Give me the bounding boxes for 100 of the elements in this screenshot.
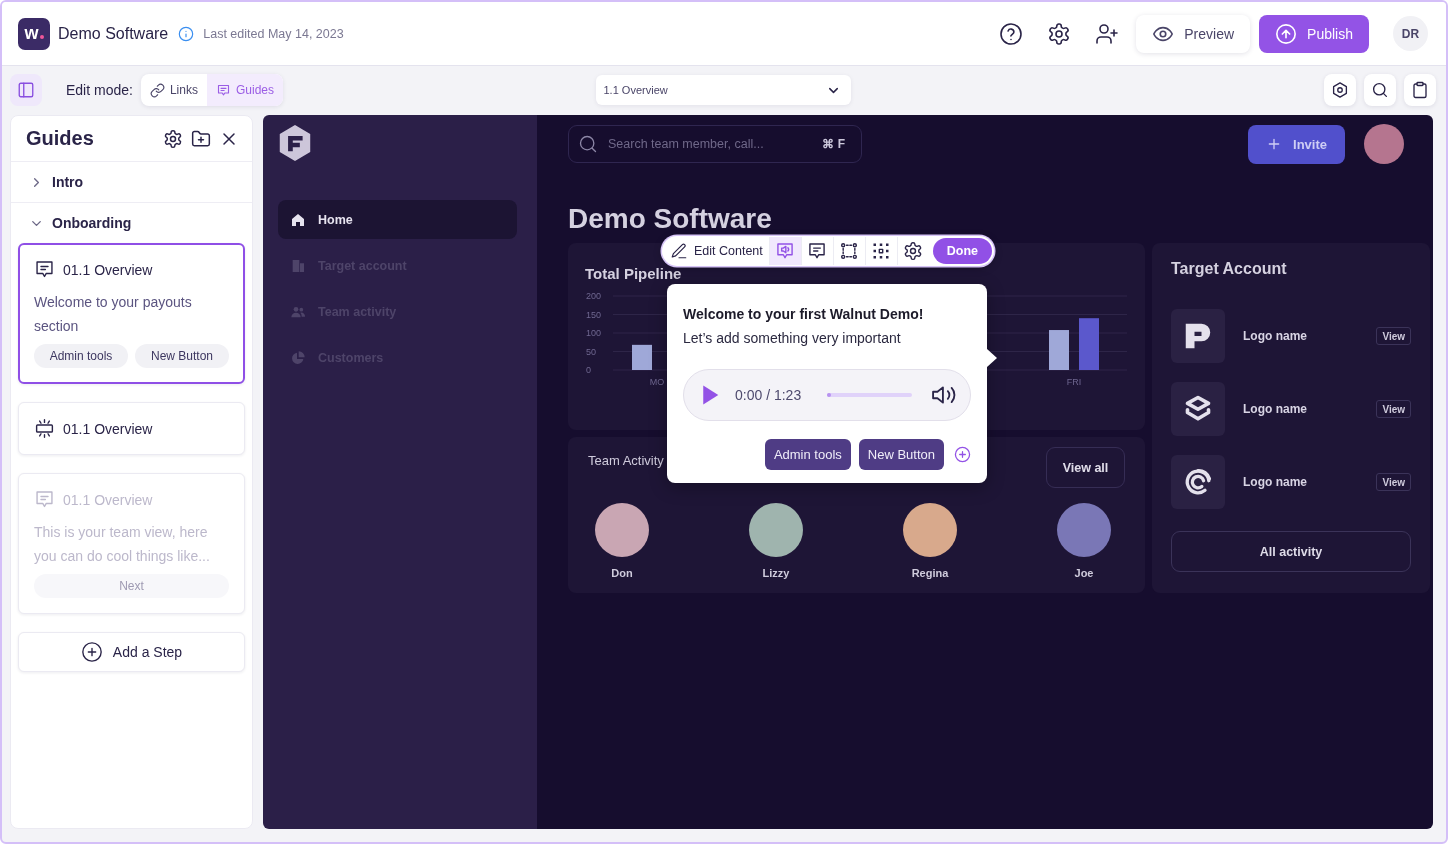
audio-time: 0:00 / 1:23	[735, 387, 802, 403]
avatar-placeholder[interactable]	[903, 503, 957, 557]
folder-plus-icon[interactable]	[191, 128, 211, 149]
chat-icon	[807, 241, 828, 261]
play-icon[interactable]	[702, 385, 719, 405]
mode-tab[interactable]: Guides	[206, 74, 283, 106]
done-button[interactable]: Done	[932, 238, 993, 264]
arcs-logo-icon	[1184, 468, 1212, 496]
nav-item[interactable]: Home	[278, 200, 517, 239]
add-step-button[interactable]: Add a Step	[18, 632, 245, 672]
app-logo-icon[interactable]	[278, 125, 312, 161]
axis-category-label: MO	[649, 377, 665, 387]
view-button[interactable]: View	[1376, 400, 1411, 418]
guide-step-card[interactable]: 01.1 Overview Welcome to your payouts section Admin tools New Button	[18, 243, 245, 384]
guide-step-card[interactable]: 01.1 Overview	[18, 402, 245, 455]
settings-icon	[903, 241, 924, 261]
sidebar-toggle-button[interactable]	[10, 74, 42, 106]
account-name: Logo name	[1243, 475, 1307, 489]
dot-grid-icon	[871, 241, 892, 261]
step-title: 01.1 Overview	[63, 491, 153, 508]
all-activity-button[interactable]: All activity	[1171, 531, 1411, 572]
axis-tick-label: 0	[586, 365, 591, 375]
settings-button[interactable]	[1324, 74, 1356, 106]
view-all-button[interactable]: View all	[1046, 447, 1125, 488]
help-icon[interactable]	[999, 21, 1024, 46]
user-avatar[interactable]: DR	[1393, 16, 1428, 51]
home-icon	[290, 211, 306, 228]
bar	[1049, 330, 1069, 370]
step-button-chip: New Button	[135, 344, 229, 368]
upload-icon	[1275, 22, 1298, 45]
avatar-placeholder[interactable]	[1364, 124, 1404, 164]
member-name: Joe	[1074, 567, 1094, 579]
progress-track[interactable]	[827, 393, 912, 397]
card-title: Team Activity	[588, 453, 664, 469]
step-description: Welcome to your payouts section	[34, 293, 193, 336]
frame-nodes-icon	[839, 241, 860, 261]
shortcut-hint: ⌘ F	[822, 137, 845, 151]
step-description: This is your team view, here you can do cool things like...	[34, 523, 211, 566]
page-heading: Demo Software	[568, 204, 773, 234]
avatar-placeholder[interactable]	[1057, 503, 1111, 557]
bar	[1079, 318, 1099, 370]
chat-icon	[215, 82, 231, 98]
member-name: Regina	[911, 567, 949, 579]
search-field[interactable]: Search team member, call... ⌘ F	[568, 125, 862, 163]
info-icon[interactable]	[178, 25, 195, 42]
view-button[interactable]: View	[1376, 327, 1411, 345]
tooltip-button[interactable]: New Button	[858, 439, 944, 470]
edit-mode-label: Edit mode:	[66, 82, 133, 98]
section-title[interactable]: Intro	[52, 174, 84, 190]
invite-button[interactable]: Invite	[1248, 124, 1345, 164]
card-title: Total Pipeline	[585, 266, 683, 282]
pencil-icon	[670, 242, 688, 260]
volume-icon[interactable]	[932, 385, 956, 405]
hexagon-icon	[1331, 81, 1349, 99]
axis-tick-label: 200	[586, 291, 602, 301]
axis-category-label: FRI	[1066, 377, 1082, 387]
app-logo[interactable]: w	[18, 17, 50, 50]
plus-icon	[1266, 136, 1282, 152]
clipboard-icon	[1411, 81, 1429, 99]
pie-chart-icon	[290, 349, 306, 366]
page-select[interactable]: 1.1 Overview	[595, 75, 851, 105]
chat-icon	[34, 489, 55, 510]
panel-icon	[17, 81, 35, 99]
chat-icon	[34, 259, 55, 280]
account-name: Logo name	[1243, 329, 1307, 343]
plus-circle-icon	[80, 641, 103, 663]
add-user-icon[interactable]	[1095, 21, 1120, 46]
search-button[interactable]	[1364, 74, 1396, 106]
beacon-icon	[34, 418, 55, 439]
axis-tick-label: 50	[586, 346, 596, 357]
axis-tick-label: 100	[586, 328, 602, 338]
axis-tick-label: 150	[586, 309, 602, 320]
audio-message-icon	[775, 241, 796, 261]
search-icon	[578, 134, 598, 154]
account-name: Logo name	[1243, 402, 1307, 416]
settings-icon[interactable]	[163, 128, 183, 149]
tooltip-title: Welcome to your first Walnut Demo!	[683, 306, 925, 323]
mode-tab[interactable]: Links	[140, 74, 207, 106]
settings-icon[interactable]	[1047, 21, 1072, 46]
tooltip-button[interactable]: Admin tools	[764, 439, 851, 470]
p-shape-logo-icon	[1184, 322, 1212, 350]
step-title: 01.1 Overview	[63, 261, 153, 278]
publish-button[interactable]: Publish	[1259, 14, 1369, 53]
preview-button[interactable]: Preview	[1136, 14, 1251, 53]
edit-content-button[interactable]: Edit Content	[668, 237, 769, 265]
layers-logo-icon	[1184, 395, 1212, 423]
panel-title: Guides	[26, 127, 94, 150]
card-title: Target Account	[1171, 261, 1288, 277]
section-title[interactable]: Onboarding	[52, 215, 132, 231]
search-icon	[1371, 81, 1389, 99]
member-name: Don	[611, 567, 633, 579]
clipboard-button[interactable]	[1404, 74, 1436, 106]
plus-circle-icon[interactable]	[954, 446, 971, 463]
document-title: Demo Software	[58, 24, 169, 43]
avatar-placeholder[interactable]	[595, 503, 649, 557]
step-button-chip: Next	[34, 574, 229, 598]
member-name: Lizzy	[762, 567, 790, 579]
step-button-chip: Admin tools	[34, 344, 128, 368]
view-button[interactable]: View	[1376, 473, 1411, 491]
avatar-placeholder[interactable]	[749, 503, 803, 557]
